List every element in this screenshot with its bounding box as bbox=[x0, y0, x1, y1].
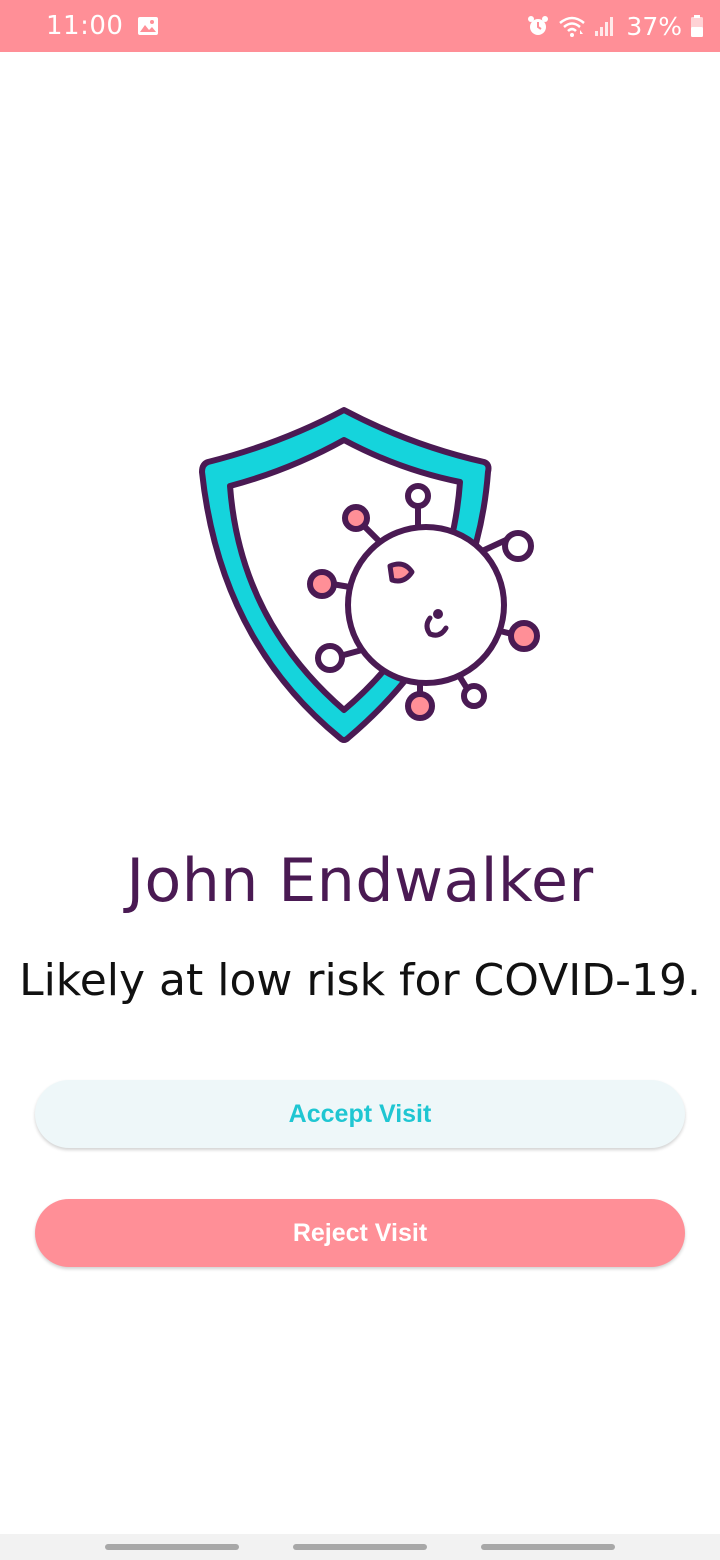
system-nav-bar bbox=[0, 1534, 720, 1560]
battery-percent: 37% bbox=[626, 11, 682, 41]
accept-visit-button[interactable]: Accept Visit bbox=[35, 1080, 685, 1148]
status-bar: 11:00 37% bbox=[0, 0, 720, 52]
alarm-icon bbox=[528, 16, 549, 35]
shield-virus-icon bbox=[199, 407, 540, 743]
nav-home-button[interactable] bbox=[293, 1544, 427, 1550]
accept-visit-label: Accept Visit bbox=[288, 1099, 432, 1128]
status-left: 11:00 bbox=[46, 11, 159, 41]
status-right: 37% bbox=[518, 12, 704, 41]
nav-recents-button[interactable] bbox=[105, 1544, 239, 1550]
gallery-icon bbox=[138, 17, 159, 35]
screen: 11:00 37% John Endwalker Likely at low r… bbox=[0, 0, 720, 1560]
patient-name: John Endwalker bbox=[126, 846, 594, 916]
status-time: 11:00 bbox=[46, 11, 124, 41]
nav-back-button[interactable] bbox=[481, 1544, 615, 1550]
signal-icon bbox=[595, 17, 614, 36]
reject-visit-button[interactable]: Reject Visit bbox=[35, 1199, 685, 1267]
risk-status-text: Likely at low risk for COVID-19. bbox=[19, 955, 701, 1006]
wifi-icon bbox=[559, 16, 586, 37]
battery-icon bbox=[691, 15, 703, 37]
reject-visit-label: Reject Visit bbox=[292, 1218, 428, 1247]
